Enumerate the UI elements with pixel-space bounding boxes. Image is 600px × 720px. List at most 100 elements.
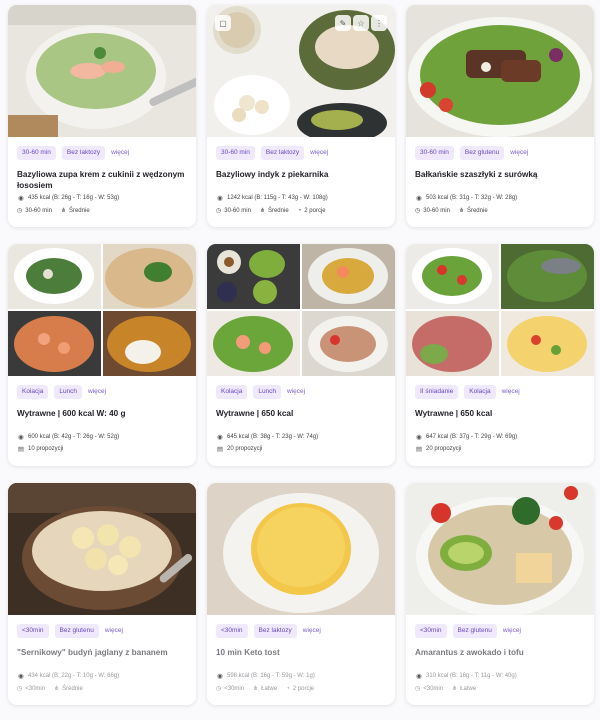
difficulty: Średnie [466,208,488,214]
proposals-icon: ▤ [17,446,25,453]
select-checkbox-icon[interactable]: ▢ [215,15,231,31]
meal-set-title[interactable]: Wytrawne | 650 kcal [415,408,585,430]
recipe-title[interactable]: Amarantus z awokado i tofu [415,647,585,669]
calories-icon: ◉ [217,673,223,680]
recipe-card[interactable]: <30min Bez glutenu więcej "Sernikowy" bu… [8,483,196,705]
more-tags-link[interactable]: więcej [510,146,528,160]
meal-set-card[interactable]: Kolacja Lunch więcej Wytrawne | 600 kcal… [8,244,196,466]
calories-icon: ◉ [18,434,24,441]
clock-icon: ◷ [415,208,421,214]
more-tags-link[interactable]: więcej [287,385,305,399]
recipe-title[interactable]: "Sernikowy" budyń jaglany z bananem [17,647,187,669]
clock-icon: ◷ [17,208,23,214]
calories-icon: ◉ [416,195,422,202]
portions: 2 porcje [292,686,315,692]
more-options-icon[interactable]: ⋮ [371,15,387,31]
proposals-count: 20 propozycji [227,446,263,452]
tag-time: 30-60 min [17,146,56,160]
tag-diet: Bez glutenu [452,624,497,638]
utensils-icon: ⋔ [54,686,60,692]
more-tags-link[interactable]: więcej [105,624,123,638]
tag-diet: Bez glutenu [459,146,505,160]
more-tags-link[interactable]: więcej [310,146,328,160]
meal-set-image-collage[interactable] [207,244,395,376]
tag-meal: II śniadanie [415,385,459,399]
meal-set-image-collage[interactable] [406,244,594,376]
meal-set-title[interactable]: Wytrawne | 650 kcal [216,408,386,430]
prep-time: 30-60 min [25,208,52,214]
calories-icon: ◉ [416,434,422,441]
recipe-image[interactable]: ▢ ✎ ☆ ⋮ [207,5,395,137]
prep-time: <30min [224,686,245,692]
proposals-icon: ▤ [216,446,224,453]
recipe-image[interactable] [207,483,395,615]
tag-time: <30min [415,624,447,638]
recipe-card[interactable]: 30-60 min Bez laktozy więcej Bazyliowa z… [8,5,196,227]
nutrition-info: 600 kcal (B: 42g - T: 26g - W: 52g) [28,434,120,440]
meal-set-title[interactable]: Wytrawne | 600 kcal W: 40 g [17,408,187,430]
nutrition-info: 435 kcal (B: 26g - T: 16g - W: 53g) [28,195,120,201]
tag-meal: Lunch [54,385,83,399]
tag-meal: Kolacja [464,385,496,399]
recipe-image[interactable] [406,483,594,615]
meal-set-image-collage[interactable] [8,244,196,376]
recipe-title[interactable]: Bazyliowa zupa krem z cukinii z wędzonym… [17,169,187,191]
tag-time: 30-60 min [216,146,255,160]
prep-time: <30min [25,686,46,692]
tag-diet: Bez laktozy [61,146,106,160]
recipe-title[interactable]: Bazyliowy indyk z piekarnika [216,169,386,191]
nutrition-info: 1242 kcal (B: 115g - T: 43g - W: 108g) [227,195,328,201]
calories-icon: ◉ [217,434,223,441]
proposals-count: 10 propozycji [28,446,64,452]
portions-icon: ◔ [286,686,290,692]
more-tags-link[interactable]: więcej [502,385,520,399]
proposals-count: 20 propozycji [426,446,462,452]
tag-meal: Lunch [253,385,282,399]
clock-icon: ◷ [216,686,222,692]
clock-icon: ◷ [415,686,421,692]
portions: 2 porcje [304,208,326,214]
prep-time: <30min [423,686,444,692]
tag-meal: Kolacja [216,385,248,399]
tag-time: <30min [17,624,49,638]
recipe-image[interactable] [406,5,594,137]
calories-icon: ◉ [18,673,24,680]
more-tags-link[interactable]: więcej [503,624,521,638]
utensils-icon: ⋔ [458,208,464,214]
meal-set-card[interactable]: Kolacja Lunch więcej Wytrawne | 650 kcal… [207,244,395,466]
recipe-image[interactable] [8,483,196,615]
nutrition-info: 645 kcal (B: 38g - T: 23g - W: 74g) [227,434,319,440]
pin-icon[interactable]: ✎ [335,15,351,31]
more-tags-link[interactable]: więcej [88,385,106,399]
meal-set-card[interactable]: II śniadanie Kolacja więcej Wytrawne | 6… [406,244,594,466]
calories-icon: ◉ [217,195,223,202]
more-tags-link[interactable]: więcej [111,146,129,160]
portions-icon: ◔ [297,208,302,214]
tag-time: <30min [216,624,248,638]
nutrition-info: 598 kcal (B: 16g - T: 59g - W: 1g) [227,673,315,679]
recipe-card[interactable]: <30min Bez laktozy więcej 10 min Keto to… [207,483,395,705]
favorite-icon[interactable]: ☆ [353,15,369,31]
utensils-icon: ⋔ [452,686,458,692]
prep-time: 30-60 min [423,208,450,214]
proposals-icon: ▤ [415,446,423,453]
difficulty: Średnie [267,208,289,214]
tag-diet: Bez laktozy [253,624,297,638]
recipe-image[interactable] [8,5,196,137]
tag-diet: Bez glutenu [54,624,99,638]
utensils-icon: ⋔ [60,208,66,214]
nutrition-info: 310 kcal (B: 16g - T: 11g - W: 40g) [426,673,517,679]
nutrition-info: 647 kcal (B: 37g - T: 29g - W: 69g) [426,434,518,440]
recipe-card[interactable]: <30min Bez glutenu więcej Amarantus z aw… [406,483,594,705]
clock-icon: ◷ [17,686,23,692]
difficulty: Łatwe [460,686,477,692]
nutrition-info: 503 kcal (B: 31g - T: 32g - W: 28g) [426,195,518,201]
utensils-icon: ⋔ [253,686,259,692]
recipe-card[interactable]: ▢ ✎ ☆ ⋮ 30-60 min Bez laktozy więcej Baz… [207,5,395,227]
nutrition-info: 434 kcal (B: 22g - T: 10g - W: 66g) [28,673,120,679]
calories-icon: ◉ [18,195,24,202]
recipe-title[interactable]: Bałkańskie szaszłyki z surówką [415,169,585,191]
more-tags-link[interactable]: więcej [303,624,321,638]
recipe-card[interactable]: 30-60 min Bez glutenu więcej Bałkańskie … [406,5,594,227]
recipe-title[interactable]: 10 min Keto tost [216,647,386,669]
